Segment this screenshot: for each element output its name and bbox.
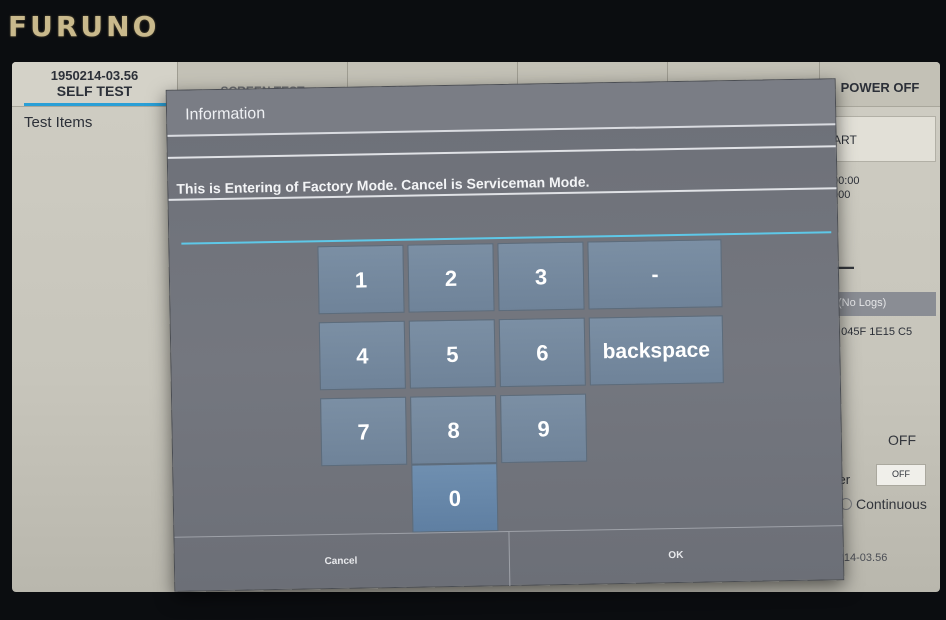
continuous-option[interactable]: Continuous — [840, 496, 927, 512]
key-3[interactable]: 3 — [497, 241, 585, 312]
test-items-heading: Test Items — [24, 114, 93, 131]
cancel-button[interactable]: Cancel — [174, 532, 507, 592]
brand-logo: FURUNO — [8, 10, 160, 43]
key-6[interactable]: 6 — [498, 317, 586, 388]
tab-self-test-version: 1950214-03.56 — [50, 68, 139, 83]
key-8[interactable]: 8 — [410, 395, 498, 465]
key-5[interactable]: 5 — [408, 319, 496, 389]
continuous-label: Continuous — [856, 496, 927, 512]
backspace-key[interactable]: backspace — [588, 315, 724, 386]
ok-button[interactable]: OK — [508, 526, 843, 586]
key-4[interactable]: 4 — [318, 320, 406, 391]
no-logs-badge: (No Logs) — [832, 292, 936, 316]
code-input[interactable] — [180, 209, 832, 245]
key-2[interactable]: 2 — [407, 243, 495, 313]
dialog-footer: Cancel OK — [174, 525, 844, 592]
tab-self-test[interactable]: 1950214-03.56 SELF TEST — [12, 62, 178, 106]
key-0[interactable]: 0 — [411, 463, 499, 533]
hex-readout: 0 045F 1E15 C5 — [832, 326, 913, 338]
dialog-title: Information — [166, 79, 836, 137]
off-status: OFF — [888, 432, 916, 448]
information-dialog: Information This is Entering of Factory … — [165, 78, 845, 592]
key-7[interactable]: 7 — [320, 396, 408, 467]
key-1[interactable]: 1 — [317, 244, 405, 315]
buzzer-toggle[interactable]: OFF — [876, 464, 926, 486]
tab-power-off[interactable]: POWER OFF — [820, 62, 940, 106]
tab-self-test-label: SELF TEST — [56, 83, 133, 99]
key-dash[interactable]: - — [587, 239, 723, 310]
dialog-message: This is Entering of Factory Mode. Cancel… — [167, 145, 837, 201]
key-9[interactable]: 9 — [500, 393, 588, 464]
start-button[interactable]: ART — [832, 116, 936, 162]
